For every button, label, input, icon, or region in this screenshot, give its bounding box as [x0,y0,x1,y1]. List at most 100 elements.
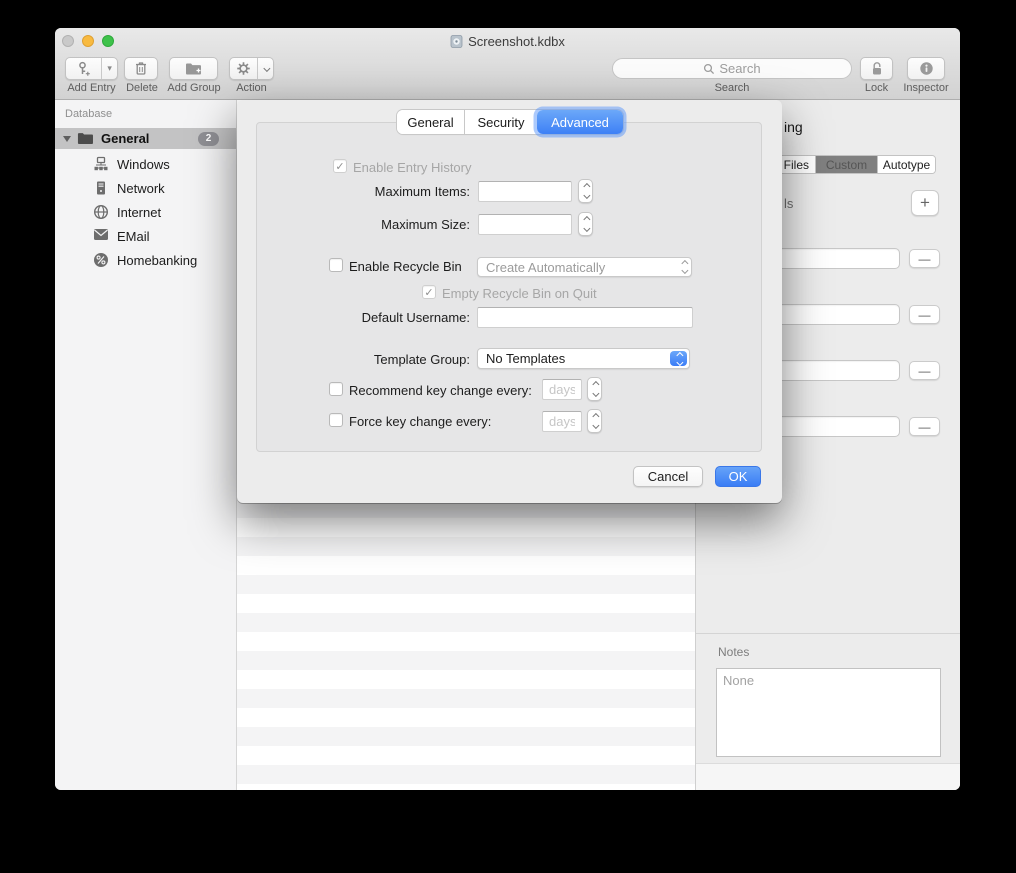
popup-chevrons-icon [681,258,686,276]
recommend-key-change-checkbox[interactable] [329,382,343,396]
lock-button[interactable] [860,57,893,80]
notes-placeholder: None [723,673,754,688]
search-placeholder: Search [719,61,760,76]
force-key-change-checkbox[interactable] [329,413,343,427]
notes-textarea[interactable]: None [716,668,941,757]
percent-icon [93,252,109,268]
custom-fields-label-fragment: ls [784,196,793,211]
window-title: Screenshot.kdbx [55,34,960,49]
search-input[interactable]: Search [612,58,852,79]
inspector-tabs: Files Custom Autotype [756,155,936,174]
trash-icon [134,61,148,76]
inspector-button[interactable] [907,57,945,80]
empty-recycle-bin-checkbox: ✓ [422,285,436,299]
default-username-input[interactable] [477,307,693,328]
database-settings-dialog: General Security Advanced ✓ Enable Entry… [237,100,782,503]
lock-label: Lock [853,82,900,94]
action-button[interactable] [229,57,274,80]
minus-icon: — [919,252,931,266]
sidebar-item-windows[interactable]: Windows [55,152,236,176]
add-entry-button[interactable]: ▾ [65,57,118,80]
default-username-label: Default Username: [297,310,470,325]
titlebar: Screenshot.kdbx ▾ Add Entry [55,28,960,100]
maximum-size-stepper[interactable] [578,212,593,236]
add-group-button[interactable] [169,57,218,80]
add-custom-field-button[interactable]: + [911,190,939,216]
tab-general[interactable]: General [397,110,464,134]
action-label: Action [229,82,274,94]
document-icon [450,35,463,48]
recommend-days-stepper [587,377,602,401]
sidebar-item-label: Network [117,181,165,196]
recommend-days-input [542,379,582,400]
maximum-items-stepper[interactable] [578,179,593,203]
sidebar-item-internet[interactable]: Internet [55,200,236,224]
notes-label: Notes [718,645,749,659]
sidebar-item-label: EMail [117,229,150,244]
force-days-input [542,411,582,432]
sidebar-item-label: Homebanking [117,253,197,268]
sidebar-item-general[interactable]: General 2 [55,128,236,149]
tab-advanced[interactable]: Advanced [537,110,623,134]
search-icon [703,63,715,75]
enable-entry-history-label: Enable Entry History [353,160,472,175]
tab-custom[interactable]: Custom [815,156,877,173]
inspector-label: Inspector [898,82,954,94]
sidebar: Database General 2 [55,100,237,790]
disclosure-triangle-icon[interactable] [63,136,71,142]
minus-icon: — [919,420,931,434]
search-label: Search [612,82,852,94]
enable-recycle-bin-checkbox[interactable] [329,258,343,272]
info-icon [919,61,934,76]
remove-custom-field-button[interactable]: — [909,305,940,324]
recycle-bin-mode-value: Create Automatically [486,260,605,275]
sidebar-item-label: Internet [117,205,161,220]
force-key-change-label: Force key change every: [349,414,491,429]
key-plus-icon [66,58,101,79]
folder-icon [77,132,94,146]
template-group-label: Template Group: [297,352,470,367]
minus-icon: — [919,308,931,322]
tab-security[interactable]: Security [464,110,537,134]
sidebar-item-email[interactable]: EMail [55,224,236,248]
maximum-size-label: Maximum Size: [297,217,470,232]
maximum-items-label: Maximum Items: [297,184,470,199]
sidebar-item-label: General [101,131,149,146]
delete-button[interactable] [124,57,158,80]
remove-custom-field-button[interactable]: — [909,361,940,380]
add-entry-dropdown[interactable]: ▾ [101,58,117,79]
check-icon: ✓ [335,160,344,173]
sidebar-item-network[interactable]: Network [55,176,236,200]
template-group-value: No Templates [486,351,565,366]
action-dropdown[interactable] [257,58,273,79]
enable-entry-history-checkbox: ✓ [333,159,347,173]
ok-button[interactable]: OK [715,466,761,487]
remove-custom-field-button[interactable]: — [909,417,940,436]
sidebar-item-homebanking[interactable]: Homebanking [55,248,236,272]
dialog-tabs: General Security Advanced [397,110,623,134]
screen: Screenshot.kdbx ▾ Add Entry [0,0,1016,873]
template-group-popup[interactable]: No Templates [477,348,690,369]
remove-custom-field-button[interactable]: — [909,249,940,268]
network-computers-icon [93,156,109,172]
force-days-stepper [587,409,602,433]
add-entry-label: Add Entry [55,82,128,94]
check-icon: ✓ [424,286,433,299]
tab-autotype[interactable]: Autotype [877,156,935,173]
gear-icon [230,58,257,79]
server-icon [93,180,109,196]
popup-chevrons-icon [670,351,687,366]
sidebar-item-label: Windows [117,157,170,172]
maximum-size-input[interactable] [478,214,572,235]
sidebar-header: Database [65,108,112,120]
globe-icon [93,204,109,220]
maximum-items-input[interactable] [478,181,572,202]
lock-icon [870,61,884,76]
add-group-label: Add Group [163,82,225,94]
recycle-bin-mode-popup: Create Automatically [477,257,692,277]
minus-icon: — [919,364,931,378]
cancel-button[interactable]: Cancel [633,466,703,487]
plus-icon: + [920,193,930,213]
folder-plus-icon [185,62,202,76]
panel-bottom-bar [696,763,960,790]
